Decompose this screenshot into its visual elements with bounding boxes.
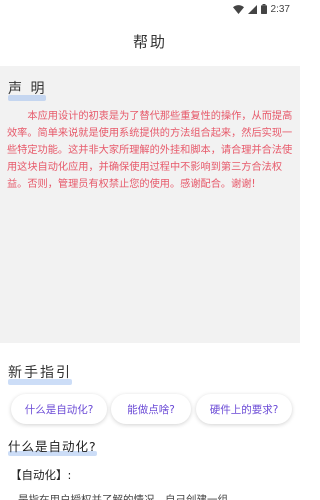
status-time: 2:37 bbox=[270, 3, 290, 15]
chip-what-is-automation[interactable]: 什么是自动化? bbox=[11, 394, 107, 424]
guide-heading: 新手指引 bbox=[8, 362, 72, 385]
automation-description: 是指在用户授权并了解的情况，自己创建一组 bbox=[18, 494, 228, 500]
app-bar: 帮助 bbox=[0, 18, 300, 64]
automation-term: 【自动化】: bbox=[10, 468, 72, 482]
what-is-heading-label: 什么是自动化? bbox=[8, 439, 97, 454]
statement-body: 本应用设计的初衷是为了替代那些重复性的操作，从而提高效率。简单来说就是使用系统提… bbox=[7, 111, 293, 190]
statement-card: 声 明 本应用设计的初衷是为了替代那些重复性的操作，从而提高效率。简单来说就是使… bbox=[0, 66, 300, 343]
statement-heading: 声 明 bbox=[8, 78, 47, 101]
wifi-icon bbox=[232, 4, 244, 14]
guide-heading-label: 新手指引 bbox=[8, 365, 72, 381]
signal-icon bbox=[247, 4, 257, 14]
status-bar: 2:37 bbox=[0, 0, 300, 18]
guide-chip-group: 什么是自动化? 能做点啥? 硬件上的要求? bbox=[0, 394, 300, 426]
chip-what-can-it-do[interactable]: 能做点啥? bbox=[111, 394, 191, 424]
chip-hardware-requirements[interactable]: 硬件上的要求? bbox=[196, 394, 292, 424]
battery-icon bbox=[260, 4, 267, 14]
what-is-heading: 什么是自动化? bbox=[8, 436, 97, 456]
statement-heading-label: 声 明 bbox=[8, 81, 47, 97]
page-title: 帮助 bbox=[132, 32, 167, 51]
